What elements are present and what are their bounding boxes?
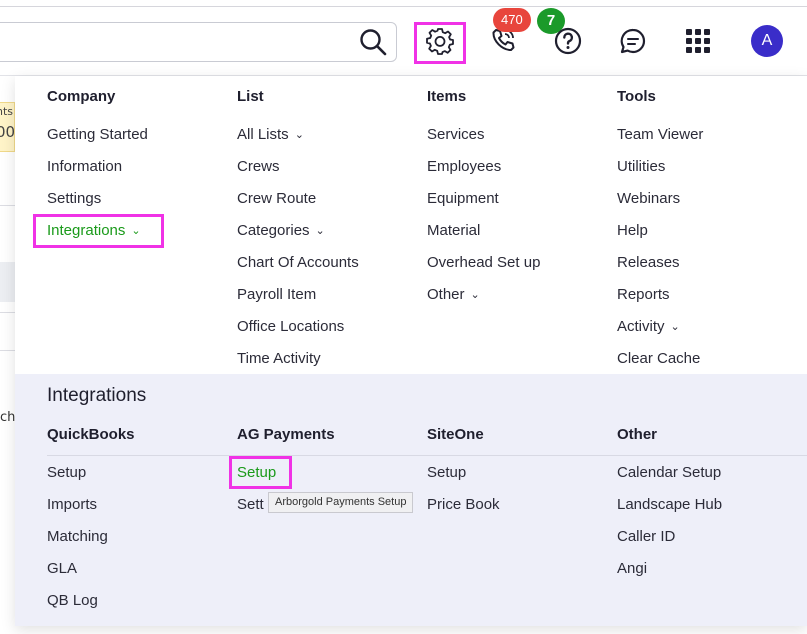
quickbooks-gla-link[interactable]: GLA [47,560,77,577]
integrations-heading-other: Other [617,426,658,443]
menu-item-crews[interactable]: Crews [237,158,280,175]
other-landscape-hub-link[interactable]: Landscape Hub [617,496,722,513]
siteone-setup-link[interactable]: Setup [427,464,466,481]
background-divider [0,312,15,313]
integrations-highlight-box [33,214,164,248]
menu-item-settings[interactable]: Settings [47,190,101,207]
search-input[interactable] [0,22,397,62]
menu-heading-company: Company [47,88,116,105]
menu-item-categories[interactable]: Categories ⌄ [237,222,325,239]
menu-item-material[interactable]: Material [427,222,480,239]
help-icon [553,26,583,60]
other-calendar-setup-link[interactable]: Calendar Setup [617,464,721,481]
menu-heading-list: List [237,88,264,105]
siteone-price-book-link[interactable]: Price Book [427,496,500,513]
menu-item-payroll-item[interactable]: Payroll Item [237,286,316,303]
menu-item-releases[interactable]: Releases [617,254,680,271]
chevron-down-icon: ⌄ [670,321,680,333]
menu-item-services[interactable]: Services [427,126,485,143]
integrations-divider [47,455,807,456]
menu-item-equipment[interactable]: Equipment [427,190,499,207]
menu-item-overhead-set-up[interactable]: Overhead Set up [427,254,540,271]
menu-heading-items: Items [427,88,467,105]
ag-payments-settings-link[interactable]: Sett [237,496,264,513]
menu-item-help[interactable]: Help [617,222,648,239]
menu-item-activity-label: Activity [617,318,665,335]
menu-item-all-lists[interactable]: All Lists ⌄ [237,126,304,143]
menu-item-reports[interactable]: Reports [617,286,670,303]
menu-item-categories-label: Categories [237,222,310,239]
menu-item-employees[interactable]: Employees [427,158,501,175]
menu-item-chart-of-accounts[interactable]: Chart Of Accounts [237,254,359,271]
tooltip: Arborgold Payments Setup [268,492,414,513]
gear-icon [425,26,455,60]
peek-text-top: nts [0,105,14,118]
ag-setup-highlight-box [229,456,292,489]
apps-grid-icon [683,26,713,60]
integrations-section-title: Integrations [47,385,147,406]
background-text: chi [0,410,15,425]
other-angi-link[interactable]: Angi [617,560,647,577]
chevron-down-icon: ⌄ [315,225,325,237]
top-border [0,6,807,7]
menu-item-other[interactable]: Other ⌄ [427,286,480,303]
phone-count-badge: 470 [493,8,531,32]
quickbooks-setup-link[interactable]: Setup [47,464,86,481]
chevron-down-icon: ⌄ [294,129,304,141]
chat-button[interactable] [615,25,651,61]
integrations-heading-ag-payments: AG Payments [237,426,335,443]
menu-item-utilities[interactable]: Utilities [617,158,665,175]
apps-grid-button[interactable] [680,25,716,61]
integrations-heading-siteone: SiteOne [427,426,484,443]
quickbooks-matching-link[interactable]: Matching [47,528,108,545]
chat-icon [618,26,648,60]
menu-item-clear-cache[interactable]: Clear Cache [617,350,700,367]
user-avatar[interactable]: A [751,25,783,57]
integrations-heading-quickbooks: QuickBooks [47,426,135,443]
menu-item-office-locations[interactable]: Office Locations [237,318,344,335]
menu-item-team-viewer[interactable]: Team Viewer [617,126,703,143]
background-summary-card: nts 00 [0,102,15,152]
background-divider [0,350,15,351]
chevron-down-icon: ⌄ [470,289,480,301]
background-row [0,262,15,302]
search-icon[interactable] [358,27,388,57]
menu-heading-tools: Tools [617,88,656,105]
other-caller-id-link[interactable]: Caller ID [617,528,675,545]
peek-text-bottom: 00 [0,123,15,141]
help-button[interactable] [550,25,586,61]
menu-item-other-label: Other [427,286,465,303]
settings-gear-button[interactable] [414,22,466,64]
background-divider [0,205,15,206]
menu-item-activity[interactable]: Activity ⌄ [617,318,680,335]
menu-item-information[interactable]: Information [47,158,122,175]
quickbooks-qb-log-link[interactable]: QB Log [47,592,98,609]
menu-item-webinars[interactable]: Webinars [617,190,680,207]
menu-item-time-activity[interactable]: Time Activity [237,350,321,367]
menu-item-crew-route[interactable]: Crew Route [237,190,316,207]
menu-item-all-lists-label: All Lists [237,126,289,143]
quickbooks-imports-link[interactable]: Imports [47,496,97,513]
menu-item-getting-started[interactable]: Getting Started [47,126,148,143]
